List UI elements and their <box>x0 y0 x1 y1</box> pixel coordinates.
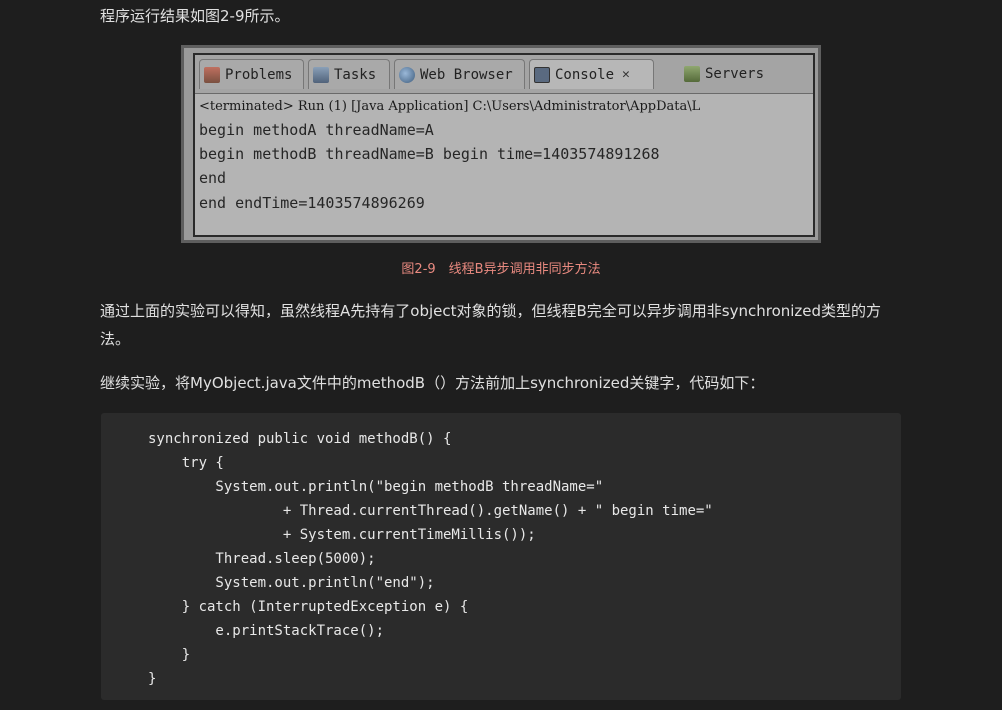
console-output-line: begin methodB threadName=B begin time=14… <box>199 145 660 163</box>
tab-label: Problems <box>225 66 293 83</box>
tab-console: Console ✕ <box>529 59 654 89</box>
body-paragraph: 通过上面的实验可以得知，虽然线程A先持有了object对象的锁，但线程B完全可以… <box>100 302 882 348</box>
code-block: synchronized public void methodB() { try… <box>101 413 901 700</box>
tab-servers: Servers <box>680 59 782 89</box>
code-text: synchronized public void methodB() { try… <box>148 431 713 687</box>
view-tab-bar: Problems Tasks Web Browser Console ✕ Ser… <box>195 55 813 94</box>
tab-problems: Problems <box>199 59 304 89</box>
close-icon: ✕ <box>622 67 630 82</box>
body-paragraph: 继续实验，将MyObject.java文件中的methodB（）方法前加上syn… <box>100 374 765 392</box>
console-status-line: <terminated> Run (1) [Java Application] … <box>199 99 701 114</box>
console-output-line: begin methodA threadName=A <box>199 121 434 139</box>
eclipse-console-view: Problems Tasks Web Browser Console ✕ Ser… <box>193 53 815 237</box>
console-icon <box>534 66 550 83</box>
console-output-line: end <box>199 169 227 187</box>
tab-web-browser: Web Browser <box>394 59 525 89</box>
console-output-line: end endTime=1403574896269 <box>199 194 425 212</box>
tab-label: Servers <box>705 66 765 82</box>
problems-icon <box>204 66 220 83</box>
tab-label: Tasks <box>334 66 377 83</box>
tab-tasks: Tasks <box>308 59 390 89</box>
web-browser-icon <box>399 66 415 83</box>
console-screenshot: Problems Tasks Web Browser Console ✕ Ser… <box>181 45 821 243</box>
tasks-icon <box>313 66 329 83</box>
tab-label: Console <box>555 66 615 83</box>
tab-label: Web Browser <box>420 66 513 83</box>
servers-icon <box>684 66 700 82</box>
intro-text: 程序运行结果如图2-9所示。 <box>100 7 290 25</box>
figure-caption: 图2-9 线程B异步调用非同步方法 <box>401 262 601 277</box>
